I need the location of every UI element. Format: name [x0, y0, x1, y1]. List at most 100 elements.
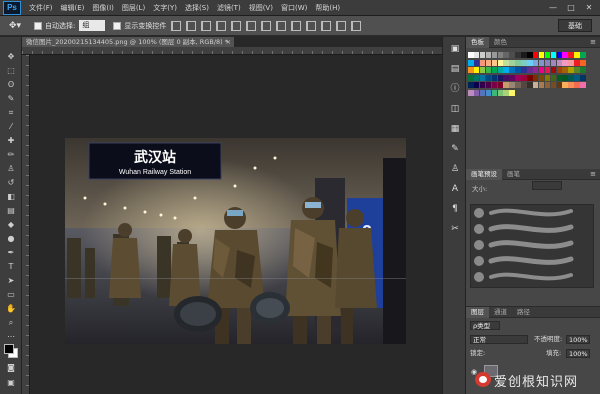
- color-swatch[interactable]: [503, 90, 509, 96]
- menu-window[interactable]: 窗口(W): [281, 3, 307, 13]
- document-close-icon[interactable]: ×: [226, 37, 231, 47]
- menu-view[interactable]: 视图(V): [249, 3, 273, 13]
- color-swatch[interactable]: [544, 59, 551, 66]
- close-button[interactable]: ✕: [582, 2, 596, 14]
- color-swatch[interactable]: [468, 74, 474, 81]
- color-swatch[interactable]: [527, 52, 533, 58]
- gradient-tool-icon[interactable]: ▤: [3, 205, 19, 216]
- distribute-bottom-icon[interactable]: [291, 20, 302, 31]
- color-swatch[interactable]: [574, 82, 580, 89]
- tab-swatches[interactable]: 色板: [466, 36, 489, 48]
- color-swatch[interactable]: [497, 59, 504, 66]
- color-swatch[interactable]: [544, 82, 551, 89]
- color-swatch[interactable]: [556, 59, 563, 66]
- color-swatch[interactable]: [491, 74, 498, 81]
- clone-stamp-tool-icon[interactable]: ♙: [3, 163, 19, 174]
- properties-panel-icon[interactable]: ▤: [448, 63, 462, 76]
- healing-brush-tool-icon[interactable]: ✚: [3, 135, 19, 146]
- hand-tool-icon[interactable]: ✋: [3, 303, 19, 314]
- distribute-right-icon[interactable]: [336, 20, 347, 31]
- align-left-icon[interactable]: [216, 20, 227, 31]
- color-swatch[interactable]: [532, 82, 539, 89]
- color-swatch[interactable]: [479, 74, 486, 81]
- brush-panel-icon[interactable]: ✎: [448, 143, 462, 156]
- quick-select-tool-icon[interactable]: ✎: [3, 93, 19, 104]
- color-swatch[interactable]: [515, 74, 521, 81]
- opacity-field[interactable]: 100%: [566, 335, 590, 344]
- tab-channels[interactable]: 通道: [489, 307, 512, 318]
- color-swatch[interactable]: [491, 82, 498, 89]
- color-swatch[interactable]: [532, 74, 539, 81]
- color-swatch[interactable]: [538, 82, 545, 89]
- color-swatch[interactable]: [544, 67, 551, 74]
- color-swatch[interactable]: [521, 74, 527, 81]
- color-swatch[interactable]: [468, 90, 474, 96]
- clone-source-icon[interactable]: ♙: [448, 163, 462, 176]
- color-swatch[interactable]: [562, 59, 568, 66]
- move-tool-icon[interactable]: ✥: [3, 51, 19, 62]
- color-swatch[interactable]: [479, 52, 486, 58]
- fill-field[interactable]: 100%: [566, 349, 590, 358]
- tab-brush-presets[interactable]: 画笔预设: [466, 168, 502, 180]
- eraser-tool-icon[interactable]: ◧: [3, 191, 19, 202]
- blur-tool-icon[interactable]: ◆: [3, 219, 19, 230]
- color-swatch[interactable]: [473, 59, 480, 66]
- menu-file[interactable]: 文件(F): [29, 3, 53, 13]
- color-swatch[interactable]: [485, 67, 492, 74]
- character-panel-icon[interactable]: A: [448, 183, 462, 196]
- color-swatch[interactable]: [468, 67, 474, 74]
- color-swatch[interactable]: [556, 67, 563, 74]
- color-swatch[interactable]: [568, 74, 574, 81]
- color-swatch[interactable]: [550, 59, 557, 66]
- color-swatch[interactable]: [497, 52, 504, 58]
- color-swatch[interactable]: [515, 59, 521, 66]
- color-swatch[interactable]: [562, 74, 568, 81]
- color-swatch[interactable]: [479, 90, 486, 96]
- align-top-icon[interactable]: [171, 20, 182, 31]
- color-swatch[interactable]: [468, 52, 474, 58]
- color-swatch[interactable]: [550, 67, 557, 74]
- color-swatch[interactable]: [580, 74, 586, 81]
- color-swatch[interactable]: [473, 52, 480, 58]
- color-swatch[interactable]: [574, 67, 580, 74]
- color-swatch[interactable]: [538, 52, 545, 58]
- color-swatch[interactable]: [562, 67, 568, 74]
- info-panel-icon[interactable]: ⓘ: [448, 83, 462, 96]
- crop-tool-icon[interactable]: ⌗: [3, 107, 19, 118]
- layer-kind-filter[interactable]: ρ类型: [470, 321, 500, 330]
- color-swatch[interactable]: [532, 67, 539, 74]
- color-swatch[interactable]: [497, 82, 504, 89]
- dodge-tool-icon[interactable]: ●: [3, 233, 19, 244]
- color-swatch[interactable]: [538, 74, 545, 81]
- color-swatch[interactable]: [521, 67, 527, 74]
- menu-image[interactable]: 图像(I): [92, 3, 114, 13]
- color-swatch[interactable]: [527, 82, 533, 89]
- tool-presets-icon[interactable]: ✂: [448, 223, 462, 236]
- color-swatch[interactable]: [473, 82, 480, 89]
- align-middle-icon[interactable]: [186, 20, 197, 31]
- swatches-grid[interactable]: [468, 52, 586, 100]
- pen-tool-icon[interactable]: ✒: [3, 247, 19, 258]
- color-swatch[interactable]: [468, 59, 474, 66]
- color-swatch[interactable]: [497, 67, 504, 74]
- color-swatch[interactable]: [527, 59, 533, 66]
- color-swatch[interactable]: [503, 59, 509, 66]
- color-swatch[interactable]: [485, 59, 492, 66]
- paragraph-panel-icon[interactable]: ¶: [448, 203, 462, 216]
- color-swatch[interactable]: [521, 52, 527, 58]
- tab-brush[interactable]: 画笔: [502, 169, 525, 180]
- color-swatch[interactable]: [485, 90, 492, 96]
- color-swatch[interactable]: [556, 74, 563, 81]
- color-swatch[interactable]: [509, 74, 515, 81]
- color-swatch[interactable]: [503, 82, 509, 89]
- color-swatch[interactable]: [544, 74, 551, 81]
- adjustments-panel-icon[interactable]: ◫: [448, 103, 462, 116]
- color-swatch[interactable]: [550, 74, 557, 81]
- auto-select-dropdown[interactable]: 组: [79, 20, 106, 31]
- color-swatch[interactable]: [491, 90, 498, 96]
- color-swatch[interactable]: [580, 52, 586, 58]
- color-swatch[interactable]: [550, 52, 557, 58]
- color-swatch[interactable]: [509, 52, 515, 58]
- color-swatch[interactable]: [479, 82, 486, 89]
- color-swatch[interactable]: [509, 82, 515, 89]
